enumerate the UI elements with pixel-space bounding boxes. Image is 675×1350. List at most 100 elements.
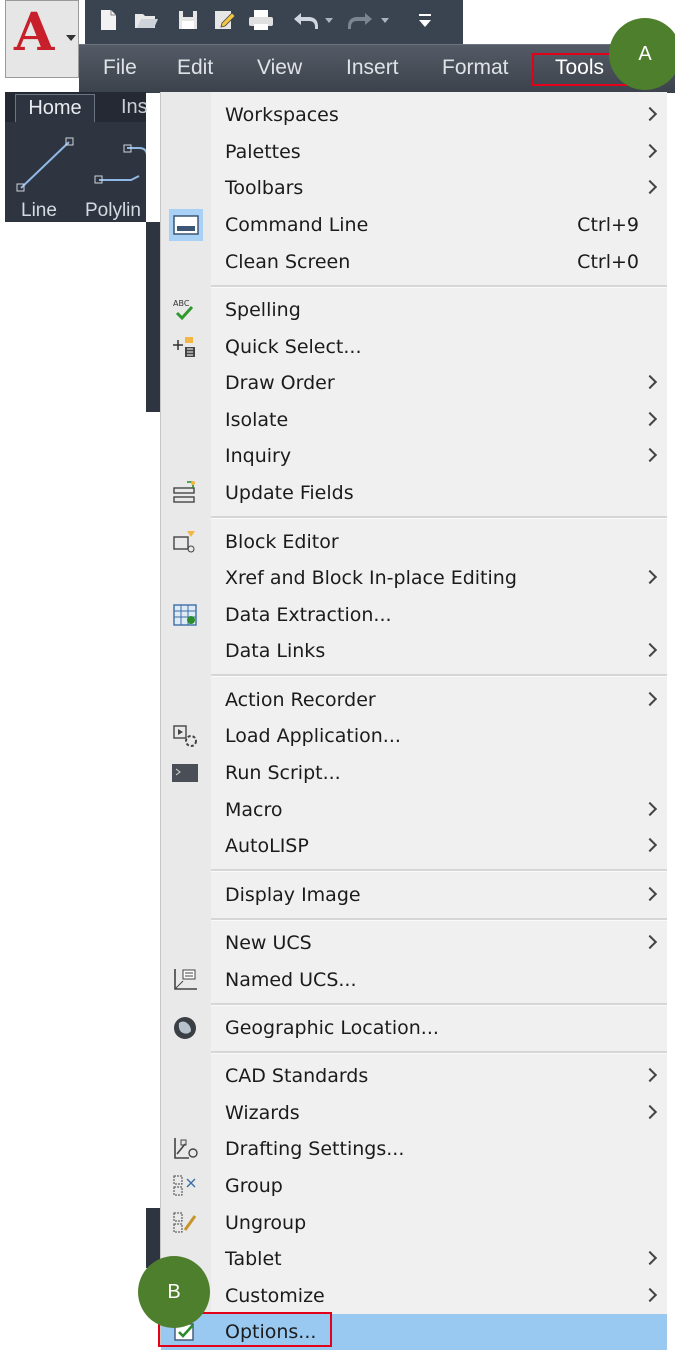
menu-item-draw-order[interactable]: Draw Order: [161, 365, 667, 401]
menu-item-label: CAD Standards: [225, 1065, 369, 1087]
menu-view[interactable]: View: [257, 54, 302, 82]
menu-separator: [211, 918, 667, 921]
chevron-right-icon: [642, 106, 658, 122]
menu-item-spelling[interactable]: ABC Spelling: [161, 292, 667, 328]
menu-item-ungroup[interactable]: Ungroup: [161, 1205, 667, 1241]
menu-item-label: Draw Order: [225, 372, 335, 394]
menu-separator: [211, 869, 667, 872]
line-tool-icon[interactable]: [15, 136, 75, 194]
tools-dropdown-menu: Workspaces Palettes Toolbars Command Lin…: [160, 92, 667, 1350]
menu-item-macro[interactable]: Macro: [161, 792, 667, 828]
open-folder-icon[interactable]: [133, 8, 159, 32]
menu-item-group[interactable]: Group: [161, 1168, 667, 1204]
menu-item-quick-select[interactable]: Quick Select...: [161, 329, 667, 365]
tab-insert[interactable]: Ins: [121, 94, 148, 120]
menu-item-clean-screen[interactable]: Clean Screen Ctrl+0: [161, 244, 667, 280]
menu-item-label: Block Editor: [225, 531, 339, 553]
menu-item-run-script[interactable]: Run Script...: [161, 755, 667, 791]
ribbon-panel: Home Ins Line Polylin: [5, 92, 148, 222]
menu-item-label: Wizards: [225, 1102, 300, 1124]
chevron-right-icon: [642, 411, 658, 427]
menu-item-block-editor[interactable]: Block Editor: [161, 524, 667, 560]
menu-item-toolbars[interactable]: Toolbars: [161, 170, 667, 206]
spelling-icon: ABC: [173, 299, 194, 321]
new-file-icon[interactable]: [97, 8, 119, 32]
menu-item-label: Spelling: [225, 299, 301, 321]
menu-item-load-application[interactable]: Load Application...: [161, 718, 667, 754]
menu-item-isolate[interactable]: Isolate: [161, 402, 667, 438]
menu-item-workspaces[interactable]: Workspaces: [161, 97, 667, 133]
menu-item-new-ucs[interactable]: New UCS: [161, 925, 667, 961]
chevron-right-icon: [642, 569, 658, 585]
tab-home[interactable]: Home: [15, 94, 95, 122]
menu-item-label: Drafting Settings...: [225, 1138, 405, 1160]
menu-item-cad-standards[interactable]: CAD Standards: [161, 1058, 667, 1094]
menu-item-wizards[interactable]: Wizards: [161, 1095, 667, 1131]
menu-item-command-line[interactable]: Command Line Ctrl+9: [161, 207, 667, 243]
ribbon-tab-strip: Home Ins: [5, 92, 148, 122]
polyline-tool-label: Polylin: [85, 200, 141, 221]
menu-separator: [211, 1051, 667, 1054]
menu-item-data-links[interactable]: Data Links: [161, 633, 667, 669]
drafting-settings-icon: [174, 1138, 198, 1159]
menu-item-autolisp[interactable]: AutoLISP: [161, 828, 667, 864]
menu-item-display-image[interactable]: Display Image: [161, 877, 667, 913]
polyline-tool-icon[interactable]: [91, 136, 146, 194]
menu-item-tablet[interactable]: Tablet: [161, 1241, 667, 1277]
menu-item-label: Workspaces: [225, 104, 339, 126]
save-icon[interactable]: [177, 8, 199, 32]
block-editor-icon: [173, 531, 195, 553]
menu-item-label: Isolate: [225, 409, 289, 431]
named-ucs-icon: [174, 969, 197, 990]
menu-item-action-recorder[interactable]: Action Recorder: [161, 682, 667, 718]
ungroup-icon: [173, 1212, 197, 1233]
menu-item-update-fields[interactable]: Update Fields: [161, 475, 667, 511]
menu-item-geographic-location[interactable]: Geographic Location...: [161, 1010, 667, 1046]
chevron-right-icon: [642, 886, 658, 902]
menu-item-palettes[interactable]: Palettes: [161, 134, 667, 170]
redo-dropdown-icon[interactable]: [381, 18, 389, 23]
menu-item-label: Named UCS...: [225, 969, 357, 991]
shortcut-label: Ctrl+9: [577, 214, 639, 236]
chevron-right-icon: [642, 374, 658, 390]
menu-item-drafting-settings[interactable]: Drafting Settings...: [161, 1131, 667, 1167]
menu-item-named-ucs[interactable]: Named UCS...: [161, 962, 667, 998]
menu-item-label: Run Script...: [225, 762, 341, 784]
application-menu-button[interactable]: A: [5, 0, 79, 78]
menu-item-label: Data Links: [225, 640, 326, 662]
menu-item-inquiry[interactable]: Inquiry: [161, 438, 667, 474]
plot-icon[interactable]: [247, 8, 275, 32]
menu-item-customize[interactable]: Customize: [161, 1278, 667, 1314]
menu-separator: [211, 516, 667, 519]
menu-edit[interactable]: Edit: [177, 54, 213, 82]
chevron-right-icon: [642, 143, 658, 159]
menu-item-xref-block-editing[interactable]: Xref and Block In-place Editing: [161, 560, 667, 596]
menu-format[interactable]: Format: [442, 54, 509, 82]
save-as-icon[interactable]: [213, 8, 235, 32]
line-tool-label: Line: [21, 200, 57, 221]
chevron-right-icon: [642, 837, 658, 853]
chevron-down-icon: [66, 35, 76, 41]
menu-item-label: Clean Screen: [225, 251, 351, 273]
callout-a: A: [609, 18, 675, 90]
menu-item-label: Inquiry: [225, 445, 292, 467]
chevron-right-icon: [642, 691, 658, 707]
menu-item-data-extraction[interactable]: Data Extraction...: [161, 597, 667, 633]
undo-icon[interactable]: [291, 8, 321, 32]
customize-toolbar-icon[interactable]: [415, 8, 435, 32]
menu-separator: [211, 1003, 667, 1006]
redo-icon[interactable]: [345, 8, 375, 32]
menu-item-label: Palettes: [225, 141, 301, 163]
chevron-right-icon: [642, 447, 658, 463]
shortcut-label: Ctrl+0: [577, 251, 639, 273]
chevron-right-icon: [642, 179, 658, 195]
menu-file[interactable]: File: [103, 54, 137, 82]
chevron-right-icon: [642, 801, 658, 817]
load-application-icon: [173, 725, 197, 747]
menu-insert[interactable]: Insert: [346, 54, 399, 82]
menu-item-label: Data Extraction...: [225, 604, 392, 626]
menu-item-label: Ungroup: [225, 1212, 307, 1234]
menu-item-label: Update Fields: [225, 482, 354, 504]
undo-dropdown-icon[interactable]: [325, 18, 333, 23]
menu-item-label: Group: [225, 1175, 283, 1197]
